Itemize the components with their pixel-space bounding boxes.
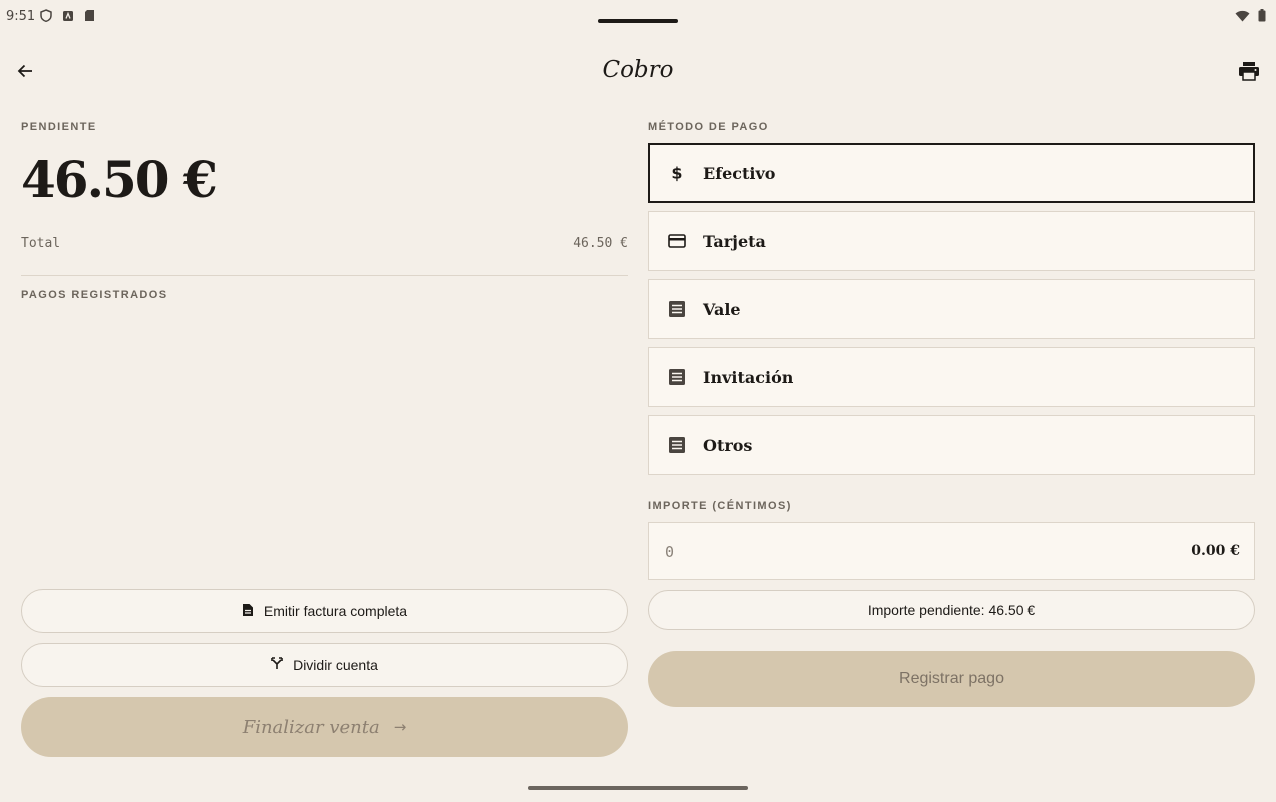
- status-bar: 9:51: [0, 0, 1276, 32]
- amount-input[interactable]: [665, 541, 1125, 563]
- method-invitacion[interactable]: Invitación: [648, 347, 1255, 407]
- invitation-icon: [667, 367, 687, 387]
- status-icons-left: [40, 9, 95, 25]
- split-bill-button[interactable]: Dividir cuenta: [21, 643, 628, 687]
- summary-panel: PENDIENTE 46.50 € Total 46.50 € PAGOS RE…: [21, 112, 628, 762]
- method-tarjeta[interactable]: Tarjeta: [648, 211, 1255, 271]
- method-efectivo[interactable]: $ Efectivo: [648, 143, 1255, 203]
- pending-amount: 46.50 €: [21, 150, 218, 209]
- battery-icon: [1258, 9, 1266, 25]
- register-payment-button[interactable]: Registrar pago: [648, 651, 1255, 707]
- amount-label: IMPORTE (CÉNTIMOS): [648, 500, 792, 512]
- home-indicator: [528, 786, 748, 790]
- split-label: Dividir cuenta: [293, 657, 378, 673]
- divider: [21, 275, 628, 276]
- print-button[interactable]: [1236, 60, 1262, 86]
- credit-card-icon: [667, 231, 687, 251]
- pending-amount-button[interactable]: Importe pendiente: 46.50 €: [648, 590, 1255, 630]
- invoice-label: Emitir factura completa: [263, 603, 408, 619]
- total-label: Total: [21, 236, 61, 251]
- app-header: Cobro: [0, 48, 1276, 96]
- method-label: Efectivo: [703, 163, 776, 183]
- method-otros[interactable]: Otros: [648, 415, 1255, 475]
- finalize-label: Finalizar venta: [242, 716, 380, 738]
- method-vale[interactable]: Vale: [648, 279, 1255, 339]
- top-handle: [598, 19, 678, 23]
- split-icon: [271, 657, 283, 673]
- shield-icon: [40, 9, 52, 25]
- app-notification-icon: [62, 10, 74, 25]
- svg-text:$: $: [671, 164, 682, 182]
- payments-label: PAGOS REGISTRADOS: [21, 289, 168, 301]
- document-icon: [242, 603, 254, 620]
- arrow-right-icon: →: [393, 718, 407, 736]
- voucher-icon: [667, 299, 687, 319]
- dollar-icon: $: [667, 163, 687, 183]
- total-row: Total 46.50 €: [21, 236, 628, 256]
- sd-card-icon: [84, 9, 95, 25]
- method-label: Vale: [703, 299, 741, 319]
- other-icon: [667, 435, 687, 455]
- amount-preview: 0.00 €: [1191, 543, 1240, 559]
- status-time: 9:51: [6, 9, 36, 24]
- pending-label: PENDIENTE: [21, 121, 97, 133]
- method-label: Otros: [703, 435, 753, 455]
- finalize-sale-button[interactable]: Finalizar venta →: [21, 697, 628, 757]
- payment-method-label: MÉTODO DE PAGO: [648, 121, 769, 133]
- print-icon: [1238, 61, 1260, 86]
- total-value: 46.50 €: [573, 236, 628, 251]
- status-icons-right: [1235, 9, 1266, 25]
- invoice-button[interactable]: Emitir factura completa: [21, 589, 628, 633]
- amount-field: 0.00 €: [648, 522, 1255, 580]
- method-label: Tarjeta: [703, 231, 766, 251]
- payment-panel: MÉTODO DE PAGO $ Efectivo Tarjeta Vale I…: [648, 112, 1255, 712]
- wifi-icon: [1235, 10, 1250, 25]
- page-title: Cobro: [602, 57, 674, 83]
- method-label: Invitación: [703, 367, 794, 387]
